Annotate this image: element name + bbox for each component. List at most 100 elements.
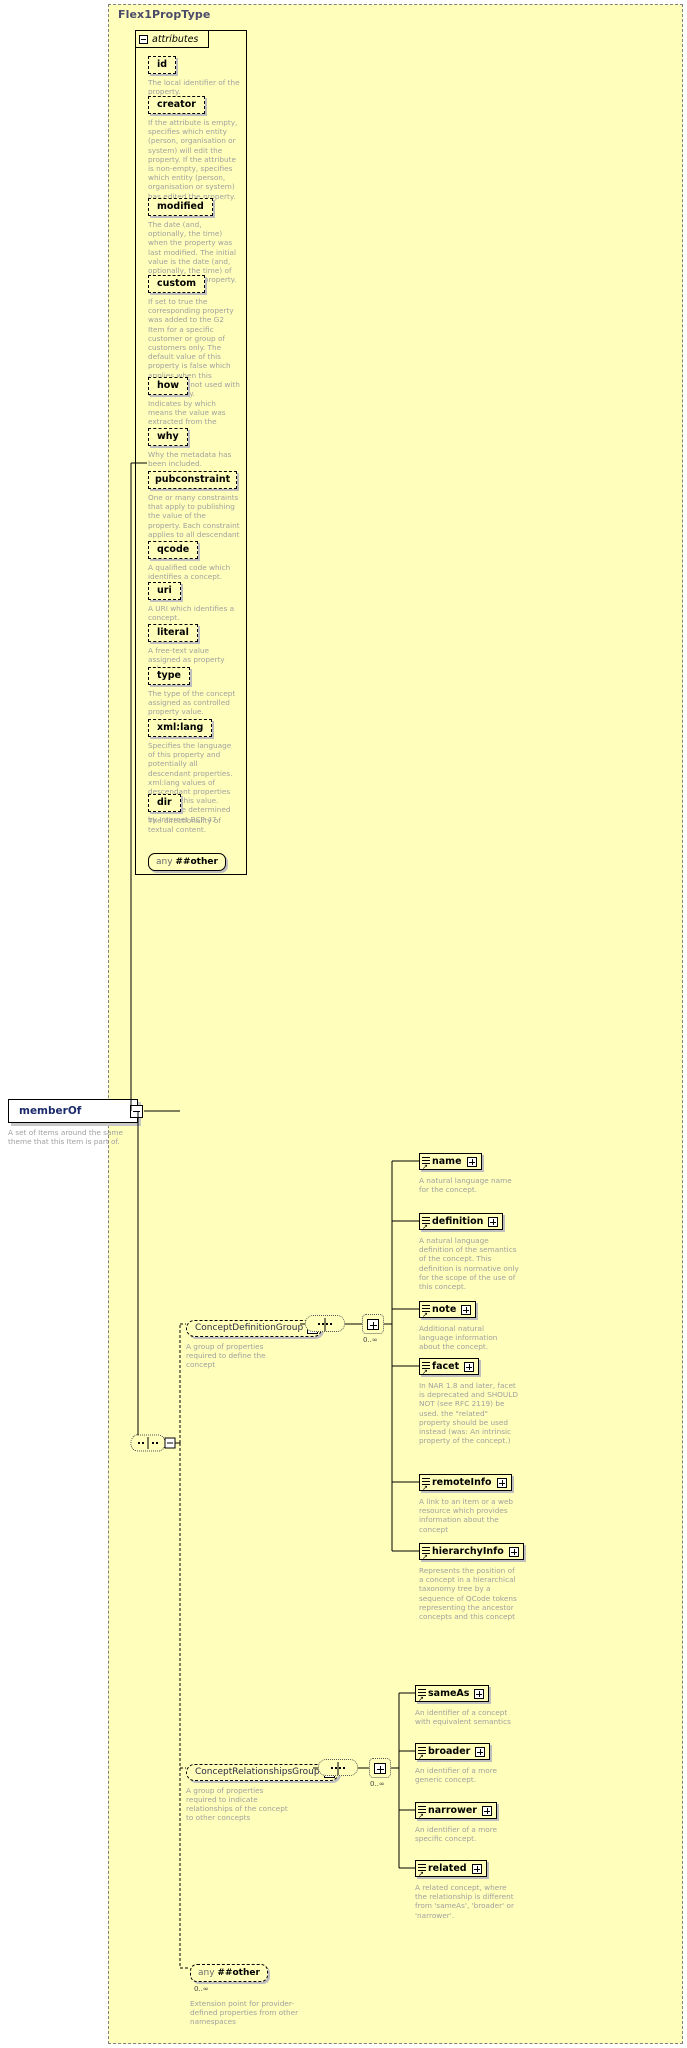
group-concept-definition[interactable]: ConceptDefinitionGroup A group of proper…	[186, 1315, 323, 1369]
reference-arrow-icon: ↗	[422, 1311, 428, 1319]
element-box[interactable]: definition ↗	[419, 1213, 504, 1231]
attribute-node[interactable]: qcode	[148, 541, 199, 559]
attribute-node[interactable]: xml:lang	[148, 719, 213, 737]
attribute-node[interactable]: uri	[148, 582, 181, 600]
sequence-connector-definition	[305, 1315, 345, 1332]
element-box[interactable]: facet ↗	[419, 1358, 480, 1376]
attribute-node[interactable]: custom	[148, 275, 206, 293]
expand-plus-icon[interactable]	[481, 1805, 492, 1816]
element-label: hierarchyInfo	[432, 1546, 504, 1557]
element-description: A natural language name for the concept.	[419, 1176, 512, 1195]
any-other-extension-block[interactable]: any ##other 0..∞ Extension point for pro…	[190, 1960, 310, 2027]
element-name[interactable]: name ↗ A natural language name for the c…	[419, 1152, 519, 1194]
any-other-description: Extension point for provider-defined pro…	[190, 1999, 299, 2027]
attribute-node[interactable]: literal	[148, 624, 198, 642]
element-box[interactable]: note ↗	[419, 1301, 477, 1319]
reference-arrow-icon: ↗	[422, 1368, 428, 1376]
collapse-minus-icon[interactable]	[130, 1105, 143, 1118]
other-namespace-token: ##other	[175, 857, 218, 867]
occurs-label-definition: 0..∞	[363, 1336, 378, 1344]
attribute-node[interactable]: why	[148, 428, 188, 446]
expand-plus-icon[interactable]	[367, 1319, 379, 1330]
element-definition[interactable]: definition ↗ A natural language definiti…	[419, 1212, 519, 1291]
reference-arrow-icon: ↗	[418, 1870, 424, 1878]
attribute-uri[interactable]: uri A URI which identifies a concept.	[148, 578, 240, 622]
attribute-node[interactable]: how	[148, 377, 189, 395]
reference-arrow-icon: ↗	[418, 1695, 424, 1703]
element-description: A link to an item or a web resource whic…	[419, 1497, 514, 1534]
attribute-node[interactable]: pubconstraint	[148, 471, 238, 489]
type-title: Flex1PropType	[118, 8, 211, 21]
attribute-node[interactable]: modified	[148, 198, 213, 216]
occurs-label-relationships: 0..∞	[370, 1780, 385, 1788]
group-box[interactable]: ConceptDefinitionGroup	[186, 1319, 323, 1337]
collapse-minus-icon[interactable]	[139, 34, 148, 44]
element-box[interactable]: related ↗	[415, 1860, 487, 1878]
element-narrower[interactable]: narrower ↗ An identifier of a more speci…	[415, 1801, 515, 1843]
element-broader[interactable]: broader ↗ An identifier of a more generi…	[415, 1742, 515, 1784]
reference-arrow-icon: ↗	[418, 1812, 424, 1820]
element-label: sameAs	[428, 1688, 470, 1699]
attribute-creator[interactable]: creator If the attribute is empty, speci…	[148, 92, 240, 201]
element-sameAs[interactable]: sameAs ↗ An identifier of a concept with…	[415, 1684, 515, 1726]
element-description: A related concept, where the relationshi…	[415, 1883, 514, 1920]
element-related[interactable]: related ↗ A related concept, where the r…	[415, 1859, 515, 1920]
group-concept-relationships[interactable]: ConceptRelationshipsGroup A group of pro…	[186, 1759, 339, 1822]
attribute-node[interactable]: type	[148, 667, 190, 685]
attributes-tab[interactable]: attributes	[136, 31, 209, 48]
attribute-description: If the attribute is empty, specifies whi…	[148, 118, 238, 201]
any-other-node[interactable]: any ##other	[148, 853, 226, 871]
element-facet[interactable]: facet ↗ In NAR 1.8 and later, facet is d…	[419, 1357, 519, 1445]
element-box[interactable]: narrower ↗	[415, 1802, 497, 1820]
expand-plus-icon[interactable]	[474, 1688, 485, 1699]
attribute-type[interactable]: type The type of the concept assigned as…	[148, 663, 240, 717]
attribute-node[interactable]: id	[148, 56, 177, 74]
element-description: A natural language definition of the sem…	[419, 1236, 519, 1292]
any-other-node[interactable]: any ##other	[190, 1964, 268, 1982]
element-box[interactable]: broader ↗	[415, 1743, 491, 1761]
attribute-node[interactable]: creator	[148, 96, 205, 114]
element-box[interactable]: sameAs ↗	[415, 1685, 490, 1703]
expand-plus-icon[interactable]	[466, 1156, 477, 1167]
element-description: Additional natural language information …	[419, 1324, 498, 1352]
attribute-description: The directionality of textual content.	[148, 816, 221, 835]
expand-plus-icon[interactable]	[488, 1216, 499, 1227]
element-description: An identifier of a more specific concept…	[415, 1825, 498, 1844]
root-element-box[interactable]: memberOf	[8, 1099, 143, 1123]
element-description: An identifier of a concept with equivale…	[415, 1708, 511, 1727]
expand-plus-icon[interactable]	[471, 1863, 482, 1874]
element-label: remoteInfo	[432, 1477, 492, 1488]
expand-plus-icon[interactable]	[461, 1304, 472, 1315]
sequence-connector-relationships	[318, 1759, 358, 1776]
expand-plus-icon[interactable]	[475, 1746, 486, 1757]
group-box[interactable]: ConceptRelationshipsGroup	[186, 1763, 339, 1781]
attribute-node[interactable]: dir	[148, 794, 181, 812]
element-description: In NAR 1.8 and later, facet is deprecate…	[419, 1381, 518, 1446]
root-element-memberOf[interactable]: memberOf	[8, 1099, 143, 1123]
element-hierarchyInfo[interactable]: hierarchyInfo ↗ Represents the position …	[419, 1542, 524, 1621]
attribute-qcode[interactable]: qcode A qualified code which identifies …	[148, 537, 240, 581]
element-label: note	[432, 1304, 457, 1315]
element-box[interactable]: hierarchyInfo ↗	[419, 1543, 524, 1561]
attribute-why[interactable]: why Why the metadata has been included.	[148, 424, 240, 468]
element-box[interactable]: name ↗	[419, 1153, 482, 1171]
group-label: ConceptDefinitionGroup	[195, 1323, 304, 1333]
element-description: Represents the position of a concept in …	[419, 1566, 517, 1622]
element-label: narrower	[428, 1805, 477, 1816]
attribute-any-other[interactable]: any ##other	[148, 849, 226, 871]
any-keyword: any	[198, 1968, 215, 1978]
element-description: An identifier of a more generic concept.	[415, 1766, 498, 1785]
expand-plus-icon[interactable]	[508, 1546, 519, 1557]
element-note[interactable]: note ↗ Additional natural language infor…	[419, 1300, 519, 1352]
element-remoteInfo[interactable]: remoteInfo ↗ A link to an item or a web …	[419, 1473, 519, 1534]
attribute-id[interactable]: id The local identifier of the property.	[148, 52, 240, 96]
expand-plus-icon[interactable]	[464, 1361, 475, 1372]
element-box[interactable]: remoteInfo ↗	[419, 1474, 512, 1492]
group-label: ConceptRelationshipsGroup	[195, 1767, 320, 1777]
repeat-connector-relationships[interactable]	[369, 1758, 391, 1778]
repeat-connector-definition[interactable]	[362, 1314, 384, 1334]
reference-arrow-icon: ↗	[418, 1753, 424, 1761]
expand-plus-icon[interactable]	[374, 1763, 386, 1774]
expand-plus-icon[interactable]	[496, 1477, 507, 1488]
attribute-dir[interactable]: dir The directionality of textual conten…	[148, 790, 240, 834]
